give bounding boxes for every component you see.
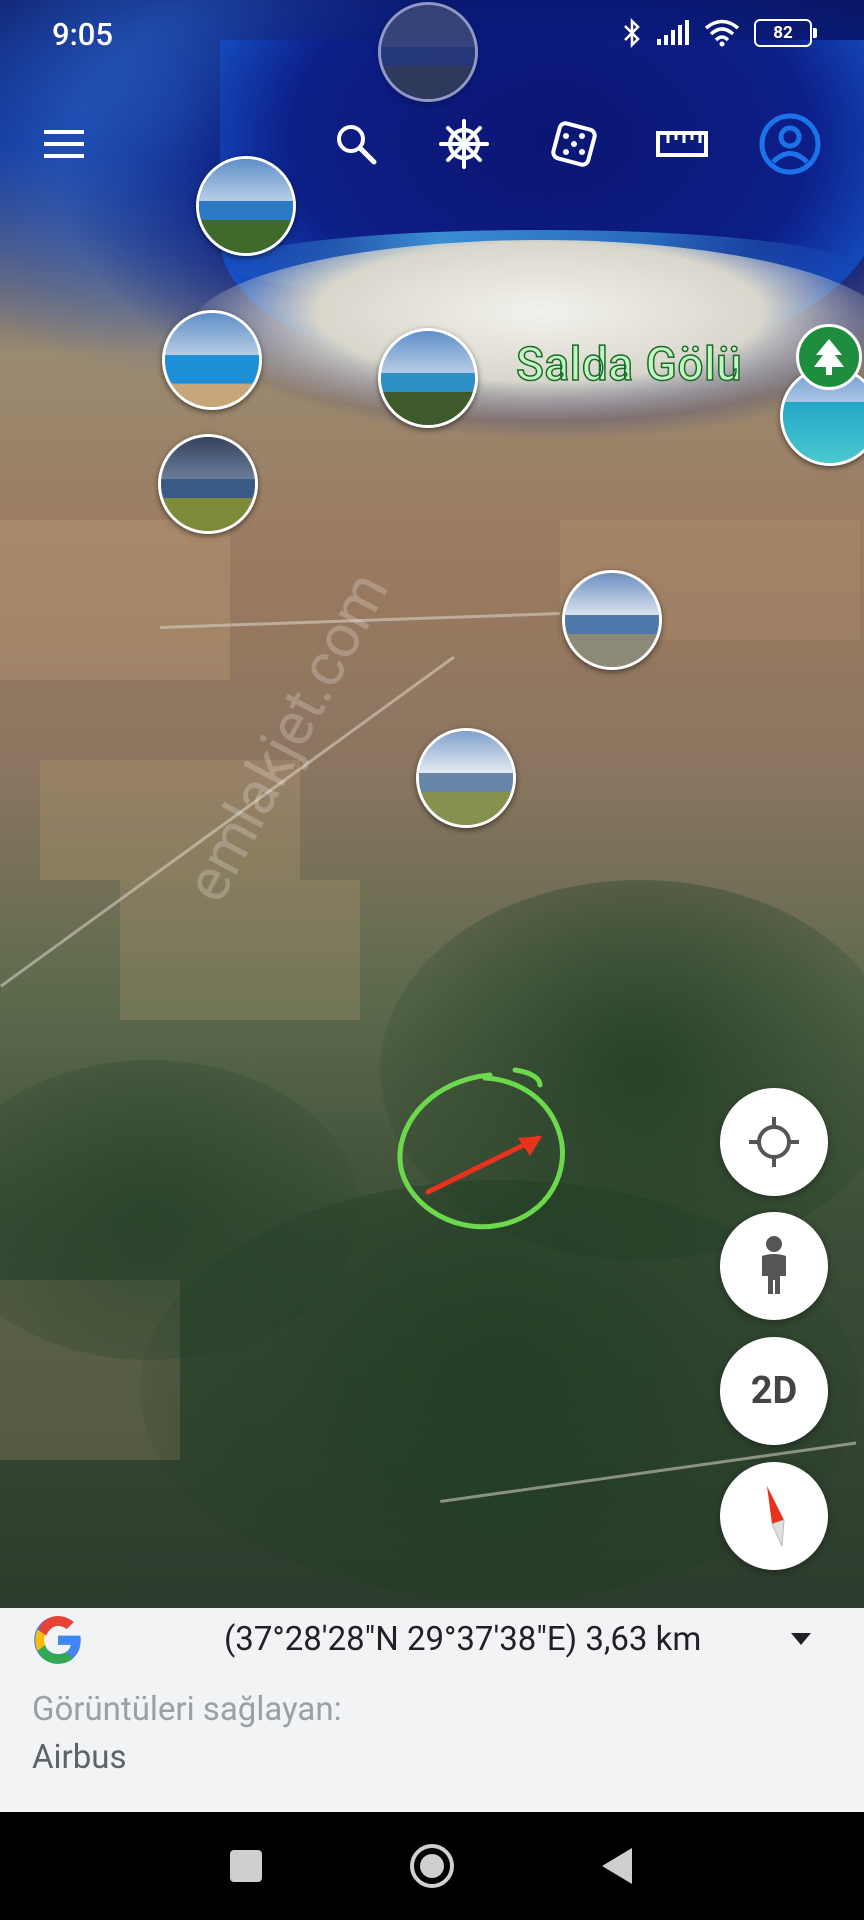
chevron-down-icon[interactable] [790,1632,812,1646]
google-logo-icon [34,1616,81,1664]
park-tree-icon[interactable] [796,324,862,390]
compass-button[interactable] [720,1462,828,1570]
back-triangle-icon[interactable] [600,1846,634,1886]
photo-thumbnail[interactable] [158,434,258,534]
menu-icon [44,130,84,158]
view-mode-toggle-button[interactable]: 2D [720,1337,828,1445]
view-mode-label: 2D [750,1369,798,1413]
status-bar: 9:05 82 [0,0,864,76]
compass-icon [767,1486,785,1547]
wifi-icon [704,19,740,47]
imagery-credit-label: Görüntüleri sağlayan: [32,1690,342,1729]
lake-white-shore [190,240,864,420]
my-location-icon [749,1117,799,1167]
imagery-provider: Airbus [32,1738,127,1777]
measure-button[interactable] [654,116,710,172]
signal-icon [657,20,689,45]
photo-thumbnail[interactable] [162,310,262,410]
clock: 9:05 [52,16,114,53]
voyager-button[interactable] [436,116,492,172]
account-button[interactable] [758,112,822,176]
photo-thumbnail[interactable] [196,156,296,256]
measure-ruler-icon [656,131,708,157]
street-view-pegman-icon [762,1236,786,1294]
account-icon [759,113,821,175]
voyager-helm-icon [439,119,489,169]
system-navigation-bar [0,1812,864,1920]
battery-icon: 82 [754,19,817,47]
photo-thumbnail[interactable] [378,328,478,428]
marked-location-annotation [397,1067,565,1230]
search-button[interactable] [328,116,384,172]
my-location-button[interactable] [720,1088,828,1196]
place-label[interactable]: Salda Gölü [515,337,742,393]
bluetooth-icon [624,18,640,48]
dice-feeling-lucky-icon [551,121,597,167]
home-circle-icon[interactable] [408,1842,456,1890]
street-view-button[interactable] [720,1212,828,1320]
coordinates-readout[interactable]: (37°28'28"N 29°37'38"E) 3,63 km [224,1620,701,1659]
search-icon [337,125,377,165]
recents-square-icon[interactable] [228,1848,264,1884]
photo-thumbnail[interactable] [562,570,662,670]
feeling-lucky-button[interactable] [546,116,602,172]
farm-field [120,880,360,1020]
photo-thumbnail[interactable] [416,728,516,828]
farm-field [0,520,230,680]
menu-button[interactable] [36,116,92,172]
